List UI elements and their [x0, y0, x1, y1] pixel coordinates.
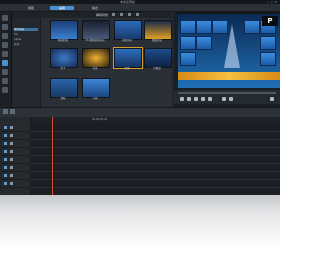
next-frame-button[interactable]	[201, 97, 205, 101]
library-title: 轉場特效	[96, 13, 109, 17]
playback-slider[interactable]	[178, 92, 276, 94]
transition-thumbnail[interactable]	[50, 20, 78, 40]
track-lane[interactable]	[30, 172, 280, 180]
snapshot-button[interactable]	[222, 97, 226, 101]
transition-thumbnail[interactable]	[50, 78, 78, 98]
folder-panel	[12, 18, 41, 107]
track-lane[interactable]	[30, 132, 280, 140]
pip-room-icon[interactable]	[2, 33, 8, 39]
video-track-icon	[4, 126, 7, 129]
folder-item[interactable]: 區塊	[14, 43, 19, 46]
thumbnail-label: 滑動	[60, 97, 66, 100]
track-header	[0, 140, 30, 148]
music-track-icon	[4, 182, 7, 185]
transition-thumbnail[interactable]	[114, 20, 142, 40]
lock-icon[interactable]	[10, 174, 13, 177]
mode-tab-bar	[0, 4, 280, 12]
storyboard-view-icon[interactable]	[3, 109, 8, 114]
particle-room-icon[interactable]	[2, 42, 8, 48]
track-lane[interactable]	[30, 180, 280, 188]
audio-track-icon	[4, 158, 7, 161]
transition-thumbnail[interactable]	[50, 48, 78, 68]
tab-edit[interactable]: 編輯	[50, 6, 74, 10]
track-lane[interactable]	[30, 148, 280, 156]
effect-track-icon	[4, 142, 7, 145]
lock-icon[interactable]	[10, 182, 13, 185]
transition-thumbnail-selected[interactable]	[113, 47, 143, 69]
track-lane[interactable]	[30, 164, 280, 172]
track-header	[0, 156, 30, 164]
audio-track-icon	[4, 134, 7, 137]
track-header	[0, 124, 30, 132]
fast-forward-button[interactable]	[208, 97, 212, 101]
letter-a-graphic	[224, 24, 240, 68]
folder-item-all[interactable]: 所有內容	[14, 28, 38, 31]
stop-icon[interactable]	[120, 13, 123, 16]
thumbnail-label: 動態四格	[57, 39, 68, 42]
track-header	[0, 164, 30, 172]
thumbnail-label: 搖擺	[124, 67, 130, 70]
title-room-icon[interactable]	[2, 51, 8, 57]
lock-icon[interactable]	[10, 158, 13, 161]
folder-item[interactable]: Alpha	[14, 38, 21, 41]
transition-thumbnail[interactable]	[144, 20, 172, 40]
thumbnail-label: 跳躍拼接	[151, 39, 162, 42]
voice-track-icon	[4, 174, 7, 177]
transition-room-icon[interactable]	[2, 60, 8, 66]
thumbnail-label: 粒子	[60, 67, 66, 70]
transition-thumbnail[interactable]	[82, 78, 110, 98]
overlay-track-icon	[4, 150, 7, 153]
volume-button[interactable]	[229, 97, 233, 101]
search-icon[interactable]	[136, 13, 139, 16]
transition-thumbnail[interactable]	[82, 48, 110, 68]
timeline-view-icon[interactable]	[10, 109, 15, 114]
lock-icon[interactable]	[10, 134, 13, 137]
lock-icon[interactable]	[10, 142, 13, 145]
thumbnail-label: 光線	[92, 97, 98, 100]
brand-logo: P	[262, 16, 278, 26]
track-lane[interactable]	[30, 124, 280, 132]
lock-icon[interactable]	[10, 150, 13, 153]
transition-thumbnail[interactable]	[82, 20, 110, 40]
application-screen: 未命名專案 — ▢ ✕ 擷取 編輯 輸出 轉場特效 所有內容 3D Alpha …	[0, 0, 280, 195]
thumbnail-label: 搖擺拼接	[121, 39, 132, 42]
play-button[interactable]	[180, 97, 184, 101]
thumbnail-label: 3D 翻轉旋轉拼接	[85, 39, 105, 42]
thumbnail-label: 百葉窗	[153, 67, 161, 70]
track-header	[0, 180, 30, 188]
effect-room-icon[interactable]	[2, 24, 8, 30]
track-lane[interactable]	[30, 156, 280, 164]
title-track-icon	[4, 166, 7, 169]
lock-icon[interactable]	[10, 166, 13, 169]
audio-mixing-room-icon[interactable]	[2, 69, 8, 75]
timeline-playhead[interactable]	[52, 117, 53, 195]
tab-capture[interactable]: 擷取	[20, 6, 42, 10]
transition-thumbnail[interactable]	[144, 48, 172, 68]
grid-view-icon[interactable]	[128, 13, 131, 16]
voice-over-room-icon[interactable]	[2, 78, 8, 84]
folder-item[interactable]: 3D	[14, 33, 18, 36]
play-icon[interactable]	[112, 13, 115, 16]
thumbnail-label: 快速	[92, 67, 98, 70]
fullscreen-button[interactable]	[270, 97, 274, 101]
lock-icon[interactable]	[10, 126, 13, 129]
stop-button[interactable]	[187, 97, 191, 101]
tab-produce[interactable]: 輸出	[84, 6, 106, 10]
track-lane[interactable]	[30, 140, 280, 148]
previous-frame-button[interactable]	[194, 97, 198, 101]
floor-reflection	[0, 195, 280, 270]
track-header	[0, 148, 30, 156]
track-header	[0, 132, 30, 140]
chapter-room-icon[interactable]	[2, 87, 8, 93]
track-header	[0, 172, 30, 180]
media-room-icon[interactable]	[2, 15, 8, 21]
